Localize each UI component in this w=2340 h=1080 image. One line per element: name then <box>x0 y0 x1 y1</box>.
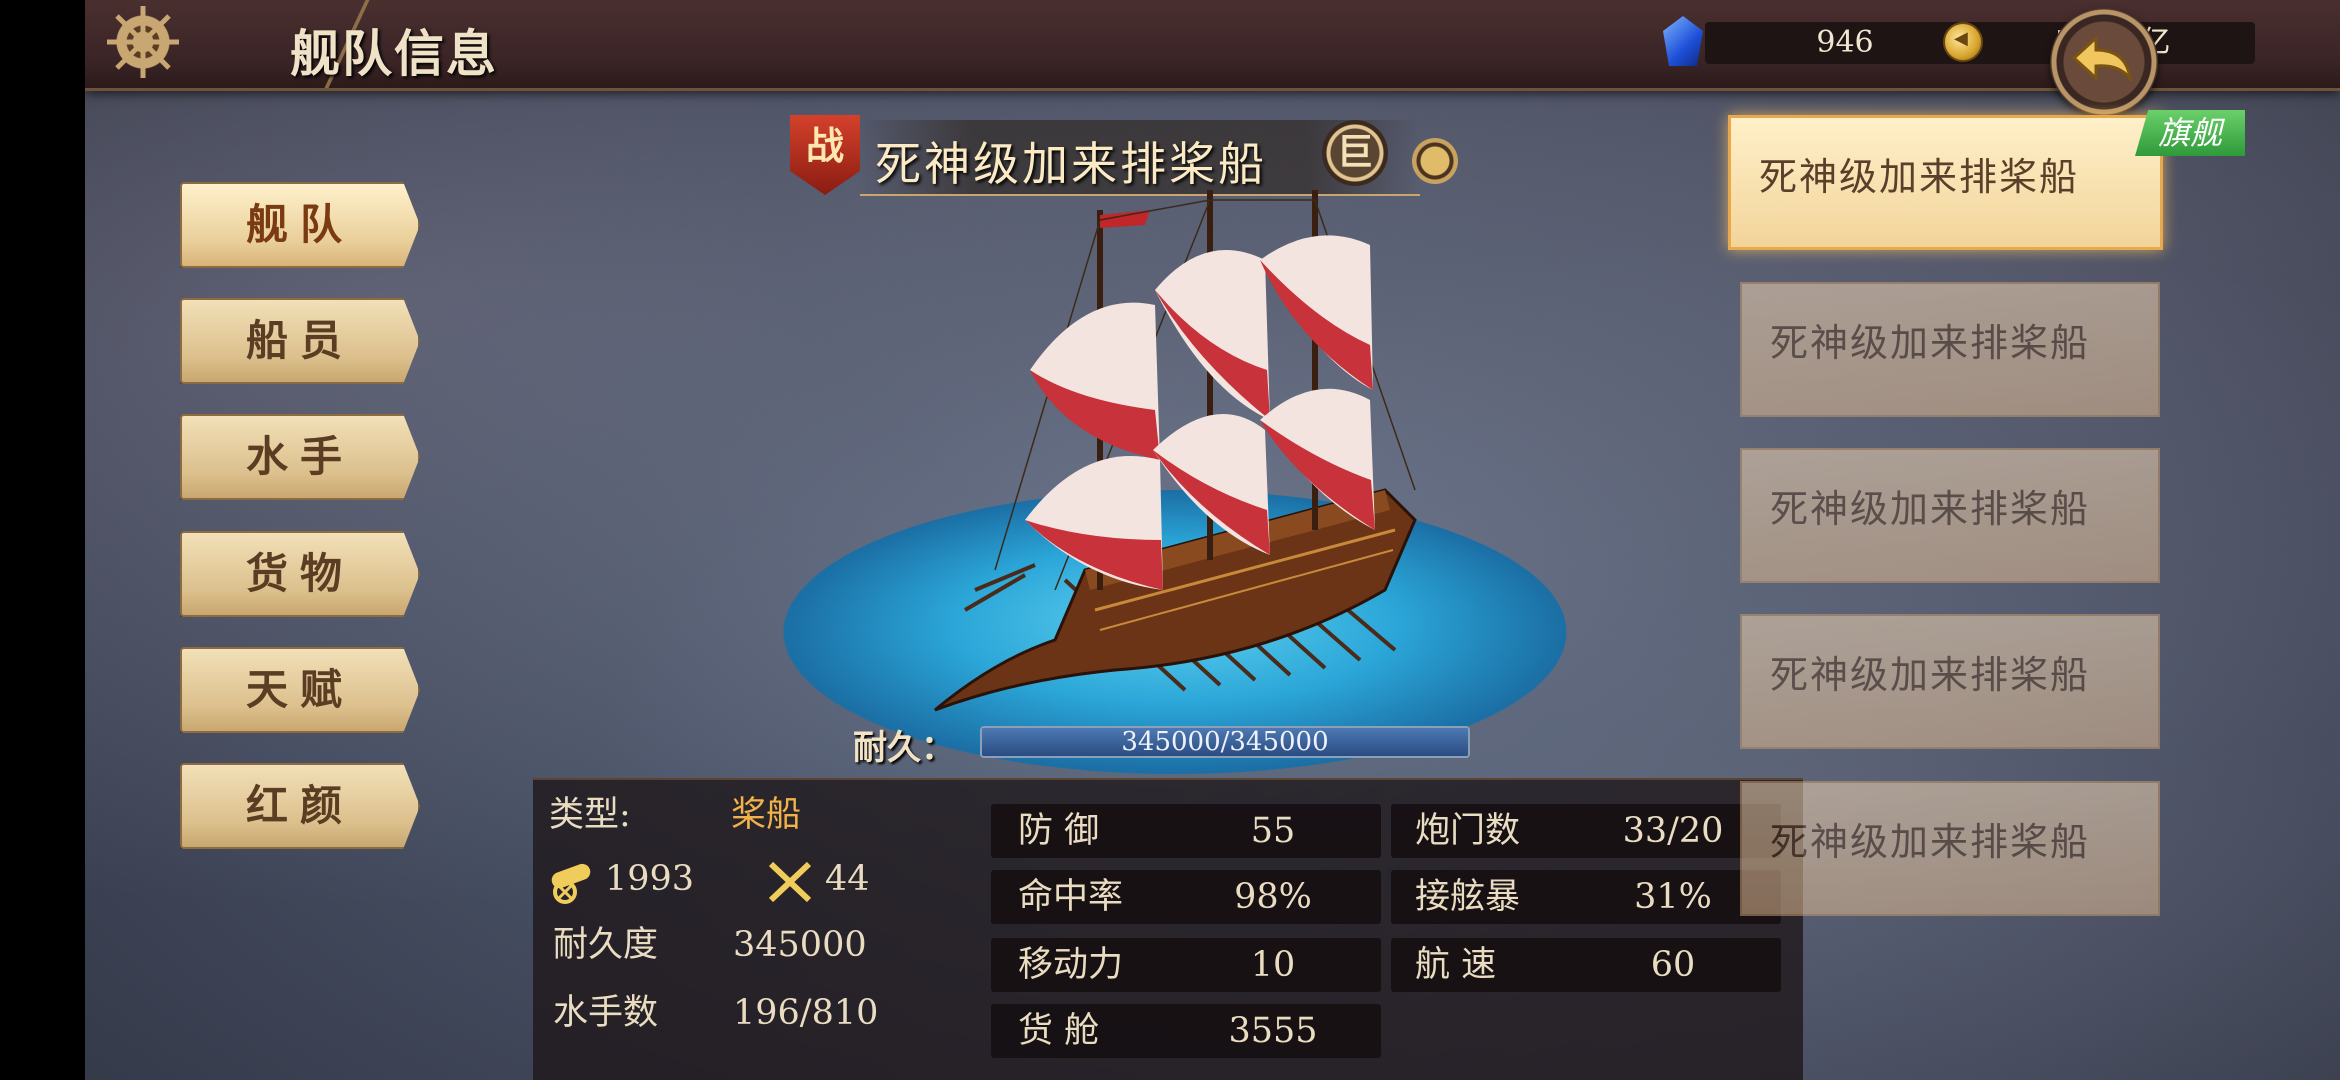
speed-label: 航 速 <box>1415 945 1497 985</box>
fleet-ship-name: 死神级加来排桨船 <box>1770 653 2091 697</box>
fleet-ship-card-1[interactable]: 死神级加来排桨船 <box>1728 115 2163 250</box>
stats-panel: 类型: 桨船 1993 44 耐久度 345000 水手数 196/810 防 … <box>533 778 1803 1080</box>
menu-fleet[interactable]: 舰队 <box>180 182 420 268</box>
mobility-label: 移动力 <box>1018 945 1124 985</box>
fleet-ship-name: 死神级加来排桨船 <box>1770 487 2091 531</box>
menu-beauty[interactable]: 红颜 <box>180 763 420 849</box>
page-title: 舰队信息 <box>290 24 498 83</box>
durability-bar: 345000/345000 <box>980 726 1470 758</box>
gem-icon <box>1663 16 1703 66</box>
boarding-label: 接舷暴 <box>1415 877 1521 917</box>
menu-cargo[interactable]: 货物 <box>180 531 420 617</box>
cargo-label: 货 舱 <box>1018 1011 1100 1051</box>
flagship-tag: 旗舰 <box>2135 110 2245 156</box>
sailors-stat-value: 196/810 <box>733 993 879 1033</box>
crossed-swords-icon <box>768 861 812 903</box>
fleet-ship-name: 死神级加来排桨船 <box>1770 820 2091 864</box>
durability-text: 345000/345000 <box>1121 727 1329 757</box>
menu-sailors[interactable]: 水手 <box>180 414 420 500</box>
cannon-value: 1993 <box>605 859 695 899</box>
battle-badge: 战 <box>790 115 860 195</box>
gunports-label: 炮门数 <box>1415 811 1521 851</box>
cannon-icon <box>551 863 591 904</box>
fleet-ship-card-3[interactable]: 死神级加来排桨船 <box>1740 448 2160 583</box>
menu-crew[interactable]: 船员 <box>180 298 420 384</box>
defense-value: 55 <box>1250 811 1296 851</box>
fleet-ship-name: 死神级加来排桨船 <box>1770 321 2091 365</box>
durability-stat-label: 耐久度 <box>553 925 659 965</box>
type-label: 类型: <box>549 795 631 835</box>
menu-talent[interactable]: 天赋 <box>180 647 420 733</box>
boarding-value: 31% <box>1634 877 1712 917</box>
fleet-ship-card-4[interactable]: 死神级加来排桨船 <box>1740 614 2160 749</box>
type-value: 桨船 <box>731 795 802 835</box>
hit-value: 98% <box>1234 877 1312 917</box>
fleet-ship-card-2[interactable]: 死神级加来排桨船 <box>1740 282 2160 417</box>
durability-label: 耐久： <box>853 728 955 768</box>
top-bar: 舰队信息 946 578.8亿 <box>85 0 2340 91</box>
switch-icon[interactable] <box>1412 138 1458 184</box>
back-button[interactable] <box>2050 8 2158 116</box>
defense-label: 防 御 <box>1018 811 1100 851</box>
sailors-stat-label: 水手数 <box>553 993 659 1033</box>
speed-value: 60 <box>1650 945 1696 985</box>
fleet-ship-name: 死神级加来排桨船 <box>1759 155 2080 199</box>
back-arrow-icon <box>2071 34 2133 83</box>
melee-value: 44 <box>825 859 870 899</box>
coin-icon <box>1943 22 1983 62</box>
durability-stat-value: 345000 <box>733 925 867 965</box>
gunports-value: 33/20 <box>1622 811 1724 851</box>
mobility-value: 10 <box>1250 945 1296 985</box>
ship-name: 死神级加来排桨船 <box>875 137 1267 191</box>
size-badge: 巨 <box>1322 120 1388 186</box>
ship-wheel-icon <box>105 4 181 80</box>
cargo-value: 3555 <box>1228 1011 1318 1051</box>
ship-model <box>934 190 1417 712</box>
game-stage: 舰队信息 946 578.8亿 舰队 船员 水手 货物 天赋 红颜 战 死神级加… <box>85 0 2340 1080</box>
hit-label: 命中率 <box>1018 877 1124 917</box>
fleet-ship-card-5[interactable]: 死神级加来排桨船 <box>1740 781 2160 916</box>
